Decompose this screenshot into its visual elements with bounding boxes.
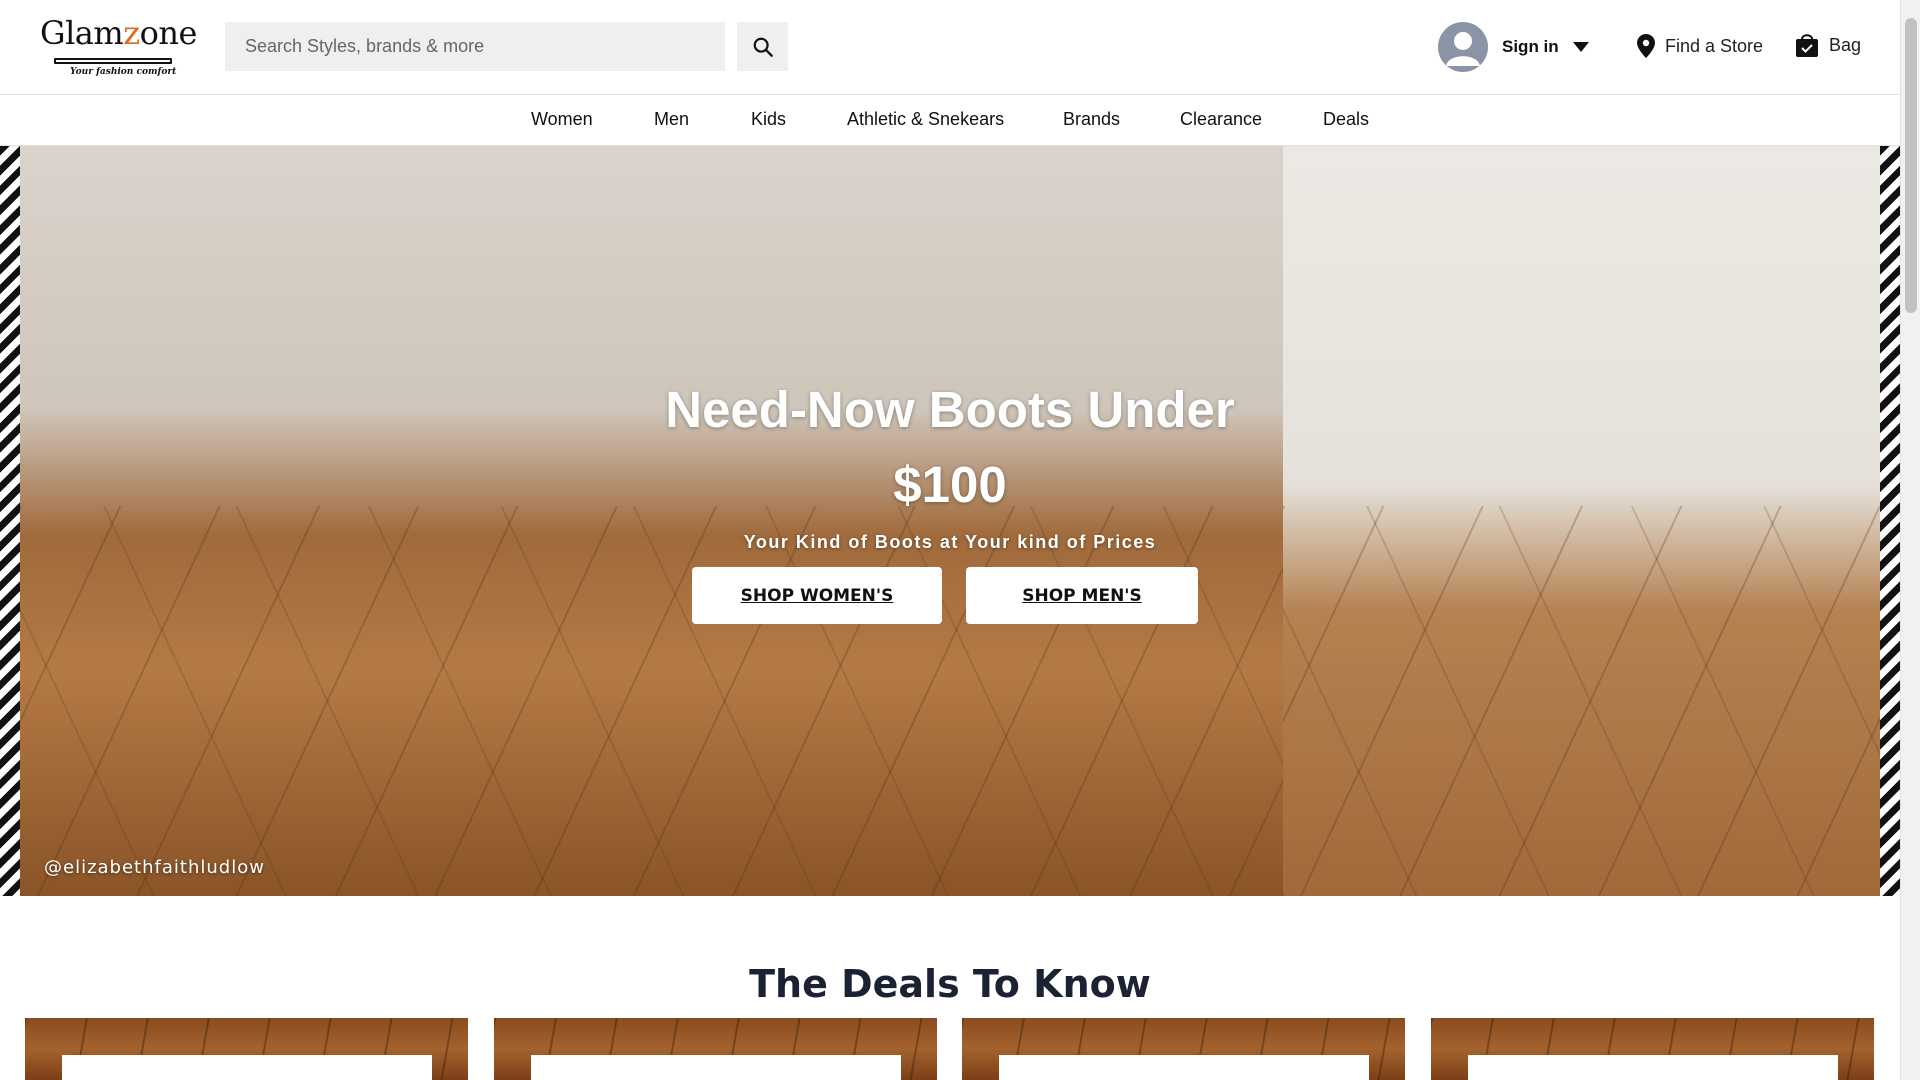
sign-in-label: Sign in — [1502, 37, 1559, 56]
nav-item-kids[interactable]: Kids — [751, 109, 786, 130]
hero-copy: Need-Now Boots Under $100 Your Kind of B… — [620, 372, 1280, 553]
hero-title: Need-Now Boots Under $100 — [665, 381, 1235, 513]
find-a-store-link[interactable]: Find a Store — [1637, 34, 1763, 58]
scrollbar-thumb[interactable] — [1905, 18, 1917, 313]
search-input[interactable] — [225, 22, 725, 71]
hero-stripe-left — [0, 146, 20, 896]
hero-subtitle: Your Kind of Boots at Your kind of Price… — [743, 532, 1157, 552]
map-pin-icon — [1637, 34, 1655, 58]
hero-stripe-right — [1880, 146, 1900, 896]
site-header: Glamzone Your fashion comfort Sign in — [0, 0, 1900, 94]
main-nav: Women Men Kids Athletic & Snekears Brand… — [0, 94, 1900, 146]
find-store-label: Find a Store — [1665, 35, 1764, 56]
nav-item-athletic-sneakers[interactable]: Athletic & Snekears — [847, 109, 1004, 130]
logo-tagline: Your fashion comfort — [70, 67, 177, 77]
deal-card[interactable] — [494, 1018, 937, 1080]
nav-item-men[interactable]: Men — [654, 109, 689, 130]
deal-card[interactable] — [1431, 1018, 1874, 1080]
bag-link[interactable]: Bag — [1795, 32, 1861, 58]
user-avatar-icon — [1438, 22, 1488, 72]
deal-card[interactable] — [25, 1018, 468, 1080]
bag-label: Bag — [1829, 34, 1862, 55]
deals-section-title: The Deals To Know — [749, 962, 1151, 1006]
page-scrollbar[interactable] — [1900, 0, 1920, 1080]
nav-item-clearance[interactable]: Clearance — [1180, 109, 1262, 130]
account-menu[interactable]: Sign in — [1438, 22, 1589, 72]
hero-photo-right — [1283, 146, 1880, 896]
logo-underline — [54, 58, 172, 64]
page: Glamzone Your fashion comfort Sign in — [0, 0, 1920, 1080]
shop-womens-button[interactable]: SHOP WOMEN'S — [692, 567, 942, 624]
nav-item-brands[interactable]: Brands — [1063, 109, 1120, 130]
brand-logo[interactable]: Glamzone Your fashion comfort — [40, 14, 197, 78]
caret-down-icon — [1572, 42, 1589, 52]
photo-credit: @elizabethfaithludlow — [44, 857, 265, 878]
nav-item-women[interactable]: Women — [531, 109, 593, 130]
deal-card[interactable] — [962, 1018, 1405, 1080]
search-button[interactable] — [737, 22, 788, 71]
search-icon — [753, 37, 773, 57]
hero-banner: Need-Now Boots Under $100 Your Kind of B… — [0, 146, 1900, 896]
nav-item-deals[interactable]: Deals — [1323, 109, 1369, 130]
shop-mens-button[interactable]: SHOP MEN'S — [966, 567, 1198, 624]
logo-wordmark: Glamzone — [40, 14, 197, 52]
shopping-bag-icon — [1796, 34, 1818, 57]
